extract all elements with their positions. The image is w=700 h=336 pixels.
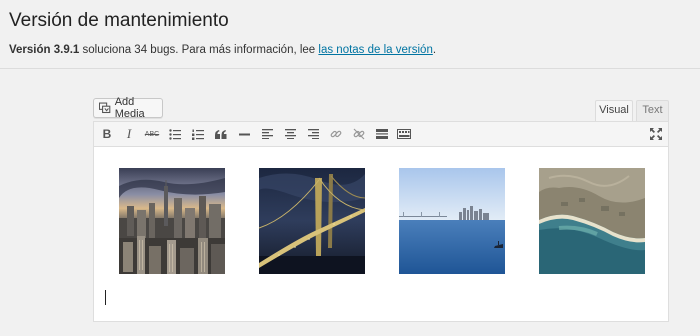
remove-link-button[interactable] (350, 125, 368, 143)
blockquote-button[interactable] (212, 125, 230, 143)
release-notice: Versión 3.9.1 soluciona 34 bugs. Para má… (9, 43, 436, 57)
coastline-aerial-photo (539, 168, 645, 274)
fullscreen-button[interactable] (647, 125, 665, 143)
read-more-icon (376, 129, 388, 139)
horizontal-line-icon (238, 133, 250, 135)
version-label: Versión 3.9.1 (9, 44, 80, 56)
text-cursor (105, 290, 106, 305)
editor-toolbar: B I ABC (93, 121, 669, 147)
add-media-button[interactable]: Add Media (93, 96, 163, 120)
bay-skyline-photo (399, 168, 505, 274)
editor-content-area[interactable] (93, 147, 669, 322)
horizontal-line-button[interactable] (235, 125, 253, 143)
bulleted-list-icon (169, 128, 181, 140)
blockquote-icon (215, 129, 227, 139)
strikethrough-button[interactable]: ABC (143, 125, 161, 143)
kitchen-sink-icon (397, 129, 411, 139)
bold-button[interactable]: B (98, 125, 116, 143)
tab-text[interactable]: Text (636, 100, 669, 121)
align-left-icon (261, 129, 273, 139)
unlink-icon (353, 128, 365, 140)
gallery-image-city-skyline[interactable] (119, 168, 225, 274)
media-icon (99, 102, 111, 114)
notice-text: soluciona 34 bugs. Para más información,… (79, 44, 319, 56)
insert-more-button[interactable] (373, 125, 391, 143)
link-icon (330, 130, 342, 138)
gallery-image-bridge[interactable] (259, 168, 365, 274)
toolbar-toggle-button[interactable] (395, 125, 413, 143)
align-center-button[interactable] (281, 125, 299, 143)
divider (0, 68, 700, 69)
bold-icon: B (102, 127, 112, 141)
bridge-night-photo (259, 168, 365, 274)
align-left-button[interactable] (258, 125, 276, 143)
fullscreen-icon (650, 128, 662, 140)
gallery-image-coastline[interactable] (539, 168, 645, 274)
gallery-image-bay[interactable] (399, 168, 505, 274)
strikethrough-icon: ABC (144, 130, 160, 138)
tab-visual[interactable]: Visual (595, 100, 633, 121)
italic-button[interactable]: I (120, 125, 138, 143)
italic-icon: I (126, 126, 132, 141)
align-center-icon (284, 129, 296, 139)
align-right-button[interactable] (304, 125, 322, 143)
add-media-label: Add Media (114, 96, 145, 120)
page-title: Versión de mantenimiento (9, 10, 229, 31)
numbered-list-button[interactable] (189, 125, 207, 143)
city-skyline-photo (119, 168, 225, 274)
insert-link-button[interactable] (327, 125, 345, 143)
numbered-list-icon (192, 129, 204, 140)
align-right-icon (307, 129, 319, 139)
release-notes-link[interactable]: las notas de la versión (318, 44, 432, 56)
notice-period: . (432, 44, 437, 56)
bulleted-list-button[interactable] (166, 125, 184, 143)
post-editor: Add Media Visual Text B I ABC (93, 96, 669, 322)
